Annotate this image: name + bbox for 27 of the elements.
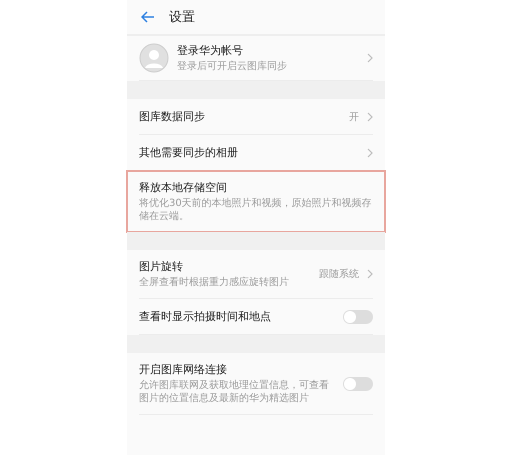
chevron-icon: [367, 53, 373, 63]
setting-title: 图库数据同步: [139, 109, 206, 124]
chevron-icon: [367, 112, 373, 122]
setting-title: 开启图库网络连接: [139, 362, 228, 377]
setting-title: 查看时显示拍摄时间和地点: [139, 309, 272, 324]
toggle-switch[interactable]: [343, 376, 373, 390]
setting-title: 图片旋转: [139, 259, 184, 274]
chevron-icon: [367, 269, 373, 279]
setting-description: 将优化30天前的本地照片和视频，原始照片和视频存储在云端。: [139, 197, 373, 223]
page-title: 设置: [169, 9, 195, 26]
setting-title: 其他需要同步的相册: [139, 145, 239, 160]
setting-row[interactable]: 图库数据同步 开: [139, 99, 373, 135]
back-arrow-icon[interactable]: [141, 11, 155, 23]
setting-description: 登录后可开启云图库同步: [177, 60, 288, 73]
chevron-icon: [367, 148, 373, 158]
setting-row[interactable]: 图片旋转 全屏查看时根据重力感应旋转图片 跟随系统: [139, 250, 373, 299]
setting-value: 跟随系统: [319, 268, 359, 281]
setting-value: 开: [349, 110, 359, 124]
setting-row[interactable]: 其他需要同步的相册: [139, 135, 373, 171]
setting-title: 登录华为帐号: [177, 43, 244, 58]
setting-description: 全屏查看时根据重力感应旋转图片: [139, 276, 290, 289]
setting-description: 允许图库联网及获取地理位置信息，可查看图片的位置信息及最新的华为精选图片: [139, 379, 330, 405]
toggle-switch[interactable]: [343, 310, 373, 324]
highlighted-setting-row[interactable]: 释放本地存储空间 将优化30天前的本地照片和视频，原始照片和视频存储在云端。: [127, 171, 385, 232]
setting-row[interactable]: 开启图库网络连接 允许图库联网及获取地理位置信息，可查看图片的位置信息及最新的华为精选图片: [139, 353, 373, 415]
setting-title: 释放本地存储空间: [139, 180, 228, 195]
avatar-icon: [139, 43, 169, 73]
